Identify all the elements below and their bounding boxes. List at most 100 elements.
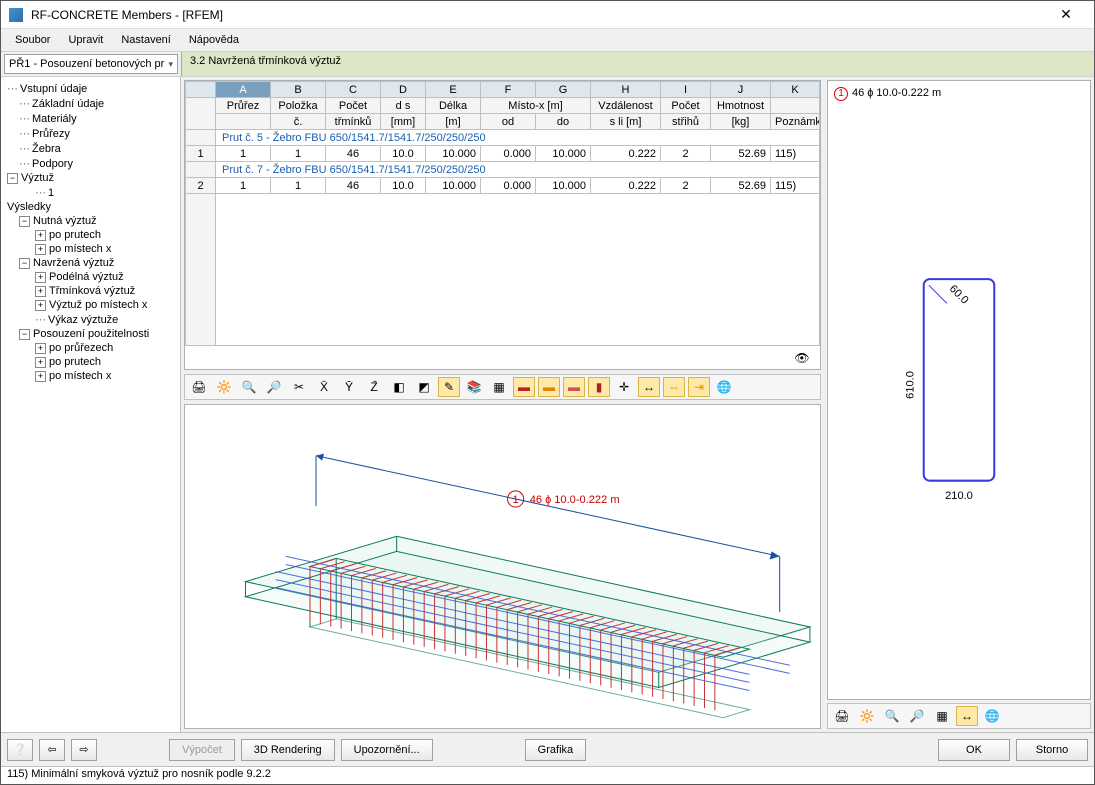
plus-icon[interactable]: + — [35, 300, 46, 311]
close-icon[interactable]: ✕ — [1046, 6, 1086, 23]
color1-icon[interactable]: ▬ — [513, 377, 535, 397]
results-table[interactable]: ABCDEFGHIJK PrůřezPoložkaPočetd sDélkaMí… — [185, 81, 820, 345]
dim3-icon[interactable]: ⇥ — [688, 377, 710, 397]
section-icon[interactable]: ✂ — [288, 377, 310, 397]
menubar: Soubor Upravit Nastavení Nápověda — [1, 29, 1094, 51]
print-icon[interactable]: 🖨 — [831, 706, 853, 726]
nav-prov-long[interactable]: +Podélná výztuž — [3, 270, 178, 284]
nav-results[interactable]: Výsledky — [3, 200, 178, 214]
view-x-icon[interactable]: X̄ — [313, 377, 335, 397]
menu-edit[interactable]: Upravit — [60, 32, 111, 48]
print-icon[interactable]: 🖨 — [188, 377, 210, 397]
color4-icon[interactable]: ▮ — [588, 377, 610, 397]
table-row[interactable]: 1114610.010.0000.00010.0000.222252.69115… — [186, 146, 820, 162]
cross-section-panel[interactable]: 146 ɸ 10.0-0.222 m 60.0 610.0 210.0 — [827, 80, 1091, 700]
nav-service[interactable]: −Posouzení použitelnosti — [3, 327, 178, 341]
color3-icon[interactable]: ▬ — [563, 377, 585, 397]
nav-prov-shear[interactable]: +Třmínková výztuž — [3, 284, 178, 298]
cancel-button[interactable]: Storno — [1016, 739, 1088, 761]
zoom-icon[interactable]: 🔍 — [238, 377, 260, 397]
find-icon[interactable]: 🔆 — [856, 706, 878, 726]
nav-general[interactable]: ⋯Základní údaje — [3, 96, 178, 111]
nav-provided[interactable]: −Navržená výztuž — [3, 256, 178, 270]
zoom-window-icon[interactable]: 🔎 — [906, 706, 928, 726]
minus-icon[interactable]: − — [7, 173, 18, 184]
nav-reinf-1[interactable]: ⋯1 — [3, 185, 178, 200]
minus-icon[interactable]: − — [19, 329, 30, 340]
cross-section-label: 146 ɸ 10.0-0.222 m — [834, 87, 941, 101]
plus-icon[interactable]: + — [35, 230, 46, 241]
nav-reinf[interactable]: −Výztuž — [3, 171, 178, 185]
plus-icon[interactable]: + — [35, 343, 46, 354]
render-3d-panel[interactable]: 1 46 ɸ 10.0-0.222 m — [184, 404, 821, 729]
minus-icon[interactable]: − — [19, 258, 30, 269]
edit-icon[interactable]: ✎ — [438, 377, 460, 397]
grid-icon[interactable]: ▦ — [931, 706, 953, 726]
zoom-icon[interactable]: 🔍 — [881, 706, 903, 726]
warnings-button[interactable]: Upozornění... — [341, 739, 433, 761]
plus-icon[interactable]: + — [35, 371, 46, 382]
svg-text:60.0: 60.0 — [947, 283, 971, 307]
nav-srv-mem[interactable]: +po prutech — [3, 355, 178, 369]
menu-help[interactable]: Nápověda — [181, 32, 247, 48]
color2-icon[interactable]: ▬ — [538, 377, 560, 397]
menu-settings[interactable]: Nastavení — [113, 32, 179, 48]
iso-icon[interactable]: ◧ — [388, 377, 410, 397]
find-icon[interactable]: 🔆 — [213, 377, 235, 397]
render-toolbar: 🖨 🔆 🔍 🔎 ✂ X̄ Ȳ Z̄ ◧ ◩ ✎ 📚 ▦ ▬ ▬ ▬ ▮ ✛ ↔ … — [184, 374, 821, 400]
plus-icon[interactable]: + — [35, 357, 46, 368]
nav-prov-x[interactable]: +Výztuž po místech x — [3, 298, 178, 312]
layers-icon[interactable]: 📚 — [463, 377, 485, 397]
next-button[interactable]: ⇨ — [71, 739, 97, 761]
dim2-icon[interactable]: ⇔ — [663, 377, 685, 397]
prev-button[interactable]: ⇦ — [39, 739, 65, 761]
nav-prov-stat[interactable]: ⋯Výkaz výztuže — [3, 312, 178, 327]
table-group-1[interactable]: Prut č. 5 - Žebro FBU 650/1541.7/1541.7/… — [186, 130, 820, 146]
nav-srv-x[interactable]: +po místech x — [3, 369, 178, 383]
status-bar: 115) Minimální smyková výztuž pro nosník… — [1, 766, 1094, 784]
nav-ribs[interactable]: ⋯Žebra — [3, 141, 178, 156]
nav-req-x[interactable]: +po místech x — [3, 242, 178, 256]
globe-icon[interactable]: 🌐 — [981, 706, 1003, 726]
graphics-button[interactable]: Grafika — [525, 739, 586, 761]
svg-text:610.0: 610.0 — [905, 371, 917, 399]
help-button[interactable]: ❔ — [7, 739, 33, 761]
app-icon — [9, 8, 23, 22]
nav-required[interactable]: −Nutná výztuž — [3, 214, 178, 228]
zoom-window-icon[interactable]: 🔎 — [263, 377, 285, 397]
calc-button[interactable]: Výpočet — [169, 739, 235, 761]
window-title: RF-CONCRETE Members - [RFEM] — [31, 8, 1046, 22]
minus-icon[interactable]: − — [19, 216, 30, 227]
case-combo[interactable]: PŘ1 - Posouzení betonových pr ▾ — [4, 54, 178, 74]
eye-icon[interactable]: 👁 — [791, 348, 813, 368]
plus-icon[interactable]: + — [35, 272, 46, 283]
table-row[interactable]: 2114610.010.0000.00010.0000.222252.69115… — [186, 178, 820, 194]
menu-file[interactable]: Soubor — [7, 32, 58, 48]
button-bar: ❔ ⇦ ⇨ Výpočet 3D Rendering Upozornění...… — [1, 732, 1094, 766]
table-header-2: č.třmínků[mm][m]oddos li [m]střihů[kg]Po… — [186, 114, 820, 130]
nav-srv-sec[interactable]: +po průřezech — [3, 341, 178, 355]
table-group-2[interactable]: Prut č. 7 - Žebro FBU 650/1541.7/1541.7/… — [186, 162, 820, 178]
view-z-icon[interactable]: Z̄ — [363, 377, 385, 397]
case-combo-text: PŘ1 - Posouzení betonových pr — [9, 58, 164, 70]
persp-icon[interactable]: ◩ — [413, 377, 435, 397]
nav-supports[interactable]: ⋯Podpory — [3, 156, 178, 171]
render-3d-svg: 1 46 ɸ 10.0-0.222 m — [185, 405, 820, 728]
view-y-icon[interactable]: Ȳ — [338, 377, 360, 397]
nav-input-data[interactable]: ⋯Vstupní údaje — [3, 81, 178, 96]
plus-icon[interactable]: + — [35, 244, 46, 255]
dim-icon[interactable]: ↔ — [638, 377, 660, 397]
table-col-letters: ABCDEFGHIJK — [186, 82, 820, 98]
globe-icon[interactable]: 🌐 — [713, 377, 735, 397]
rendering-button[interactable]: 3D Rendering — [241, 739, 335, 761]
plus-icon[interactable]: + — [35, 286, 46, 297]
ok-button[interactable]: OK — [938, 739, 1010, 761]
nav-req-members[interactable]: +po prutech — [3, 228, 178, 242]
dim-toggle-icon[interactable]: ↔ — [956, 706, 978, 726]
nav-sections[interactable]: ⋯Průřezy — [3, 126, 178, 141]
nav-materials[interactable]: ⋯Materiály — [3, 111, 178, 126]
svg-text:46 ɸ 10.0-0.222 m: 46 ɸ 10.0-0.222 m — [530, 494, 620, 506]
axes-icon[interactable]: ✛ — [613, 377, 635, 397]
solid-icon[interactable]: ▦ — [488, 377, 510, 397]
svg-text:1: 1 — [513, 494, 519, 506]
